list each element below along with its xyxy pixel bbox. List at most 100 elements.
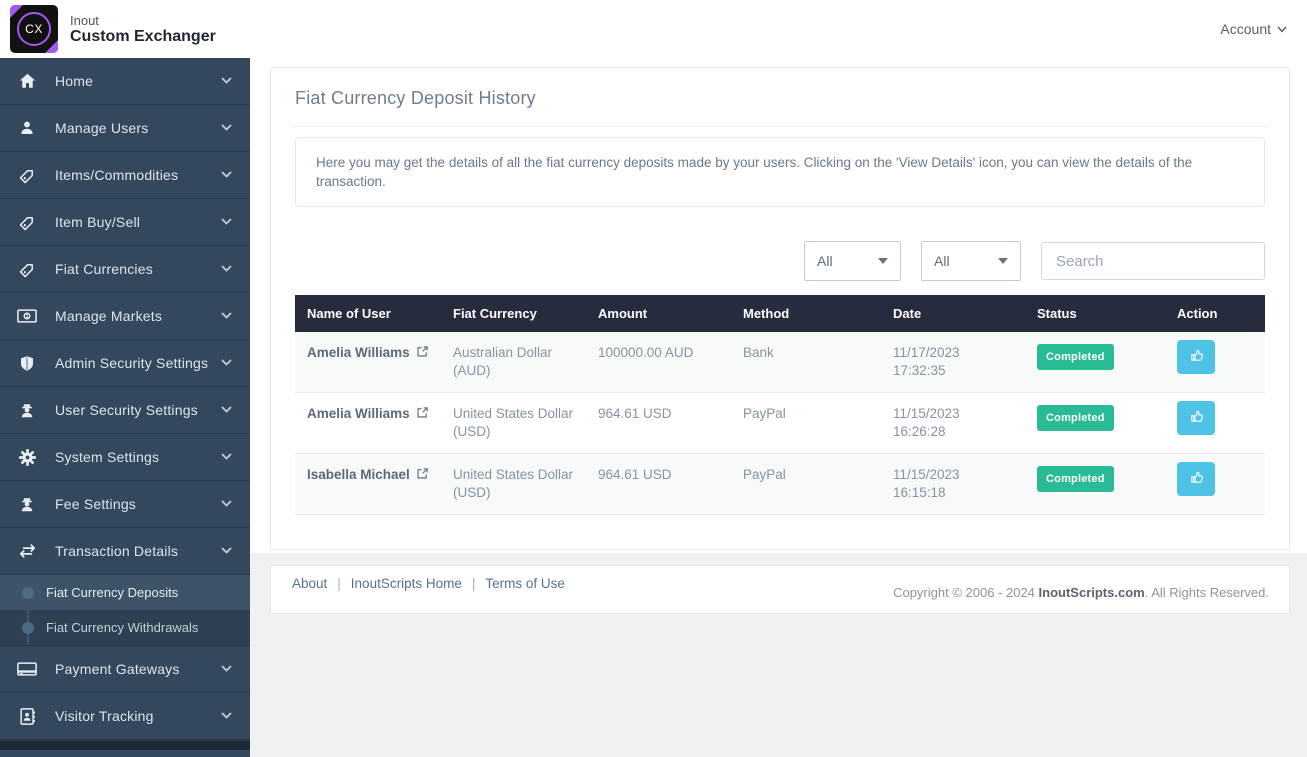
amount-cell: 100000.00 AUD xyxy=(586,332,731,393)
user-name: Amelia Williams xyxy=(307,406,410,421)
table-row: Amelia Williams United States Dollar (US… xyxy=(295,392,1265,454)
table-row: Isabella Michael United States Dollar (U… xyxy=(295,453,1265,515)
sidebar-item-fiat-currencies[interactable]: Fiat Currencies xyxy=(0,246,250,293)
chevron-down-icon xyxy=(1277,26,1287,33)
exchange-icon xyxy=(16,543,38,559)
sidebar-item-label: Items/Commodities xyxy=(55,167,179,183)
sidebar-item-label: Manage Markets xyxy=(55,308,163,324)
sidebar-item-visitor-tracking[interactable]: Visitor Tracking xyxy=(0,693,250,740)
sidebar-item-label: Transaction Details xyxy=(55,543,179,559)
sidebar-subitem-fiat-currency-withdrawals[interactable]: Fiat Currency Withdrawals xyxy=(0,610,250,645)
sidebar-item-admin-security-settings[interactable]: Admin Security Settings xyxy=(0,340,250,387)
sidebar-item-fee-settings[interactable]: Fee Settings xyxy=(0,481,250,528)
copyright-prefix: Copyright © 2006 - 2024 xyxy=(893,585,1039,600)
view-details-button[interactable] xyxy=(1177,401,1215,435)
table-header-row: Name of User Fiat Currency Amount Method Dat… xyxy=(295,295,1265,332)
footer-link-about[interactable]: About xyxy=(292,576,327,591)
sidebar-item-label: Manage Users xyxy=(55,120,149,136)
user-name: Amelia Williams xyxy=(307,345,410,360)
column-header-date: Date xyxy=(881,295,1025,332)
chevron-down-icon xyxy=(221,707,232,725)
chevron-down-icon xyxy=(221,213,232,231)
sidebar-item-user-security-settings[interactable]: User Security Settings xyxy=(0,387,250,434)
user-secret-icon xyxy=(16,401,38,420)
sidebar-item-label: System Settings xyxy=(55,449,160,465)
caret-down-icon xyxy=(878,258,888,264)
chevron-down-icon xyxy=(221,542,232,560)
brand-name-small: Inout xyxy=(70,12,99,28)
status-badge: Completed xyxy=(1037,405,1114,431)
brand-logo-icon: CX xyxy=(10,5,58,53)
fiat-currency-cell: United States Dollar (USD) xyxy=(441,392,586,454)
copyright-text: Copyright © 2006 - 2024 InoutScripts.com… xyxy=(893,585,1269,600)
amount-cell: 964.61 USD xyxy=(586,453,731,515)
chevron-down-icon xyxy=(221,660,232,678)
user-name-link[interactable]: Amelia Williams xyxy=(307,405,429,424)
column-header-amount: Amount xyxy=(586,295,731,332)
account-menu[interactable]: Account xyxy=(1220,21,1287,37)
search-input[interactable] xyxy=(1041,242,1265,280)
fiat-currency-cell: United States Dollar (USD) xyxy=(441,453,586,515)
sidebar-item-manage-users[interactable]: Manage Users xyxy=(0,105,250,152)
svg-text:1: 1 xyxy=(25,313,29,320)
deposits-table: Name of User Fiat Currency Amount Method Dat… xyxy=(295,295,1265,515)
home-icon xyxy=(16,72,38,90)
sidebar-item-label: Fiat Currencies xyxy=(55,261,153,277)
brand-text: Inout Custom Exchanger xyxy=(70,13,216,46)
footer-link-terms-of-use[interactable]: Terms of Use xyxy=(485,576,565,591)
filter-select-1[interactable]: All xyxy=(804,241,901,281)
date-cell: 11/15/2023 16:26:28 xyxy=(881,392,1025,454)
filter-select-2[interactable]: All xyxy=(921,241,1021,281)
view-details-button[interactable] xyxy=(1177,340,1215,374)
view-details-button[interactable] xyxy=(1177,462,1215,496)
table-row: Amelia Williams Australian Dollar (AUD) … xyxy=(295,332,1265,393)
footer-link-separator: | xyxy=(337,576,341,591)
sidebar-subitem-label: Fiat Currency Withdrawals xyxy=(46,620,199,635)
chevron-down-icon xyxy=(221,354,232,372)
page-description: Here you may get the details of all the … xyxy=(295,137,1265,207)
sidebar-item-home[interactable]: Home xyxy=(0,58,250,105)
user-icon xyxy=(16,119,38,137)
chevron-down-icon xyxy=(221,495,232,513)
user-name-link[interactable]: Amelia Williams xyxy=(307,344,429,363)
footer-link-inoutscripts-home[interactable]: InoutScripts Home xyxy=(351,576,462,591)
table-filters: All All xyxy=(295,241,1265,281)
sidebar-item-label: Home xyxy=(55,73,94,89)
sidebar-item-item-buy-sell[interactable]: Item Buy/Sell xyxy=(0,199,250,246)
sidebar-item-label: User Security Settings xyxy=(55,402,198,418)
sidebar-item-transaction-details[interactable]: Transaction Details xyxy=(0,528,250,575)
copyright-suffix: . All Rights Reserved. xyxy=(1144,585,1269,600)
filter-select-1-value: All xyxy=(817,253,833,269)
chevron-down-icon xyxy=(221,119,232,137)
sidebar-item-label: Visitor Tracking xyxy=(55,708,154,724)
column-header-fiat-currency: Fiat Currency xyxy=(441,295,586,332)
sidebar-item-payment-gateways[interactable]: Payment Gateways xyxy=(0,646,250,693)
brand-name-large: Custom Exchanger xyxy=(70,27,216,45)
credit-card-icon xyxy=(16,661,38,677)
sidebar-item-items-commodities[interactable]: Items/Commodities xyxy=(0,152,250,199)
gear-icon xyxy=(16,448,38,467)
sidebar-item-manage-markets[interactable]: 1 Manage Markets xyxy=(0,293,250,340)
user-name: Isabella Michael xyxy=(307,467,410,482)
chevron-down-icon xyxy=(221,307,232,325)
money-icon: 1 xyxy=(16,308,38,324)
sidebar-subitem-fiat-currency-deposits[interactable]: Fiat Currency Deposits xyxy=(0,575,250,610)
brand-logo[interactable]: CX Inout Custom Exchanger xyxy=(10,5,216,53)
user-name-link[interactable]: Isabella Michael xyxy=(307,466,429,485)
footer-link-separator: | xyxy=(471,576,476,591)
top-navbar: CX Inout Custom Exchanger Account xyxy=(0,0,1307,58)
tags-icon xyxy=(16,213,38,232)
column-header-action: Action xyxy=(1165,295,1265,332)
sidebar-item-partial xyxy=(0,740,250,750)
chevron-down-icon xyxy=(221,260,232,278)
external-link-icon xyxy=(416,466,429,485)
sidebar-item-label: Fee Settings xyxy=(55,496,136,512)
sidebar-item-label: Item Buy/Sell xyxy=(55,214,141,230)
footer-links: About | InoutScripts Home | Terms of Use xyxy=(292,576,565,591)
column-header-status: Status xyxy=(1025,295,1165,332)
sidebar-item-system-settings[interactable]: System Settings xyxy=(0,434,250,481)
chevron-down-icon xyxy=(221,448,232,466)
column-header-name-of-user: Name of User xyxy=(295,295,441,332)
tags-icon xyxy=(16,260,38,279)
status-badge: Completed xyxy=(1037,466,1114,492)
